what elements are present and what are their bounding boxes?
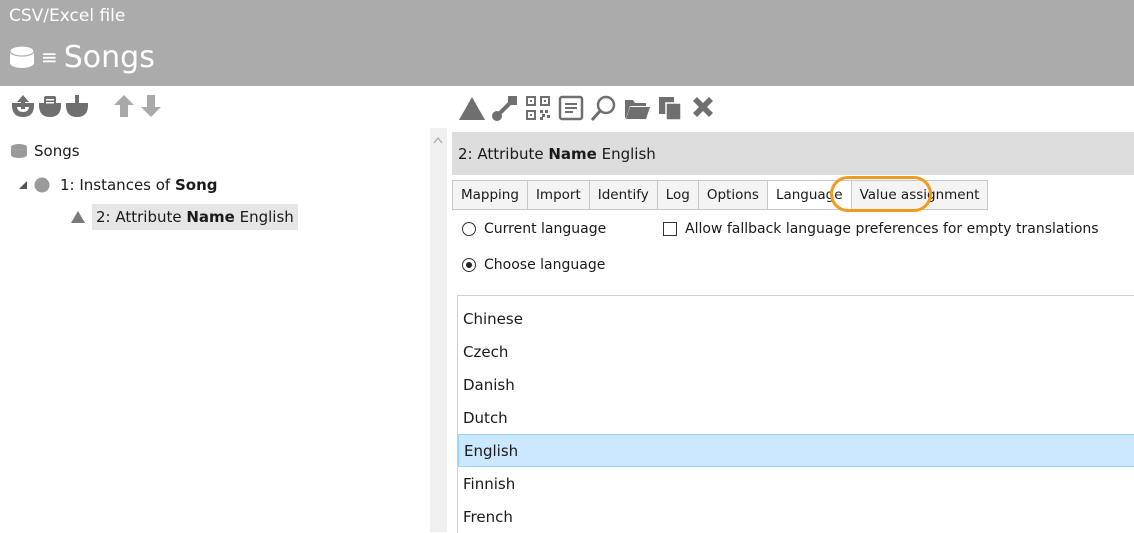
move-down-icon[interactable]	[138, 93, 164, 119]
relation-icon[interactable]	[490, 93, 520, 123]
tab-bar: Mapping Import Identify Log Options Lang…	[452, 180, 989, 210]
copy-icon[interactable]	[655, 93, 685, 123]
database-icon	[9, 45, 35, 68]
current-language-option[interactable]: Current language	[462, 221, 606, 237]
current-language-label: Current language	[484, 221, 607, 237]
right-toolbar	[457, 92, 721, 124]
tab-value-assignment[interactable]: Value assignment	[850, 180, 989, 210]
header-subtitle: CSV/Excel file	[9, 6, 126, 26]
list-item[interactable]: Finnish	[458, 467, 1134, 500]
splitter[interactable]	[430, 128, 447, 532]
list-item[interactable]: Chinese	[458, 302, 1134, 335]
list-lines-icon: ≡	[41, 45, 58, 69]
list-item[interactable]: French	[458, 500, 1134, 533]
fallback-option[interactable]: Allow fallback language preferences for …	[663, 221, 1099, 237]
tab-import[interactable]: Import	[526, 180, 589, 210]
tree-item-label: 1: Instances of Song	[60, 176, 218, 194]
choose-language-radio[interactable]	[462, 258, 476, 272]
add-inside-icon[interactable]	[37, 93, 63, 119]
detail-title-suffix: English	[596, 144, 656, 163]
fallback-checkbox[interactable]	[663, 222, 677, 236]
header-title: Songs	[63, 39, 155, 75]
attribute-triangle-icon	[71, 211, 85, 223]
tree-item-label: 2: Attribute Name English	[92, 204, 298, 230]
tree-item-label: Songs	[34, 142, 80, 160]
database-icon	[11, 144, 27, 158]
detail-title-bold: Name	[548, 144, 597, 163]
choose-language-option[interactable]: Choose language	[462, 257, 605, 273]
current-language-radio[interactable]	[462, 222, 476, 236]
scroll-up-icon[interactable]	[433, 136, 443, 144]
qr-code-icon[interactable]	[523, 93, 553, 123]
left-toolbar	[10, 92, 165, 120]
header-title-row: ≡ Songs	[9, 38, 155, 76]
fallback-label: Allow fallback language preferences for …	[685, 221, 1099, 237]
open-folder-icon[interactable]	[622, 93, 652, 123]
list-item[interactable]: Danish	[458, 368, 1134, 401]
expand-arrow-icon[interactable]	[18, 180, 28, 190]
choose-language-label: Choose language	[484, 257, 606, 273]
tree-item-songs[interactable]: Songs	[10, 138, 80, 164]
tab-language[interactable]: Language	[766, 180, 851, 210]
tree-item-attribute[interactable]: 2: Attribute Name English	[70, 204, 298, 230]
add-up-icon[interactable]	[10, 93, 36, 119]
attribute-triangle-icon[interactable]	[457, 93, 487, 123]
header-bar: CSV/Excel file ≡ Songs	[0, 0, 1134, 86]
tab-identify[interactable]: Identify	[588, 180, 657, 210]
language-list[interactable]: Chinese Czech Danish Dutch English Finni…	[457, 295, 1134, 533]
list-item[interactable]: Czech	[458, 335, 1134, 368]
detail-title: 2: Attribute Name English	[452, 132, 1134, 175]
list-item-selected[interactable]: English	[458, 434, 1134, 467]
instance-circle-icon	[34, 177, 50, 193]
tab-log[interactable]: Log	[656, 180, 698, 210]
delete-icon[interactable]	[688, 93, 718, 123]
list-item[interactable]: Dutch	[458, 401, 1134, 434]
tab-options[interactable]: Options	[697, 180, 767, 210]
search-icon[interactable]	[589, 93, 619, 123]
tab-mapping[interactable]: Mapping	[452, 180, 527, 210]
detail-title-prefix: 2: Attribute	[458, 144, 549, 163]
tree-item-instances[interactable]: 1: Instances of Song	[18, 172, 218, 198]
add-down-icon[interactable]	[64, 93, 90, 119]
tree-panel: Songs 1: Instances of Song 2: Attribute …	[0, 128, 430, 532]
move-up-icon[interactable]	[111, 93, 137, 119]
document-icon[interactable]	[556, 93, 586, 123]
